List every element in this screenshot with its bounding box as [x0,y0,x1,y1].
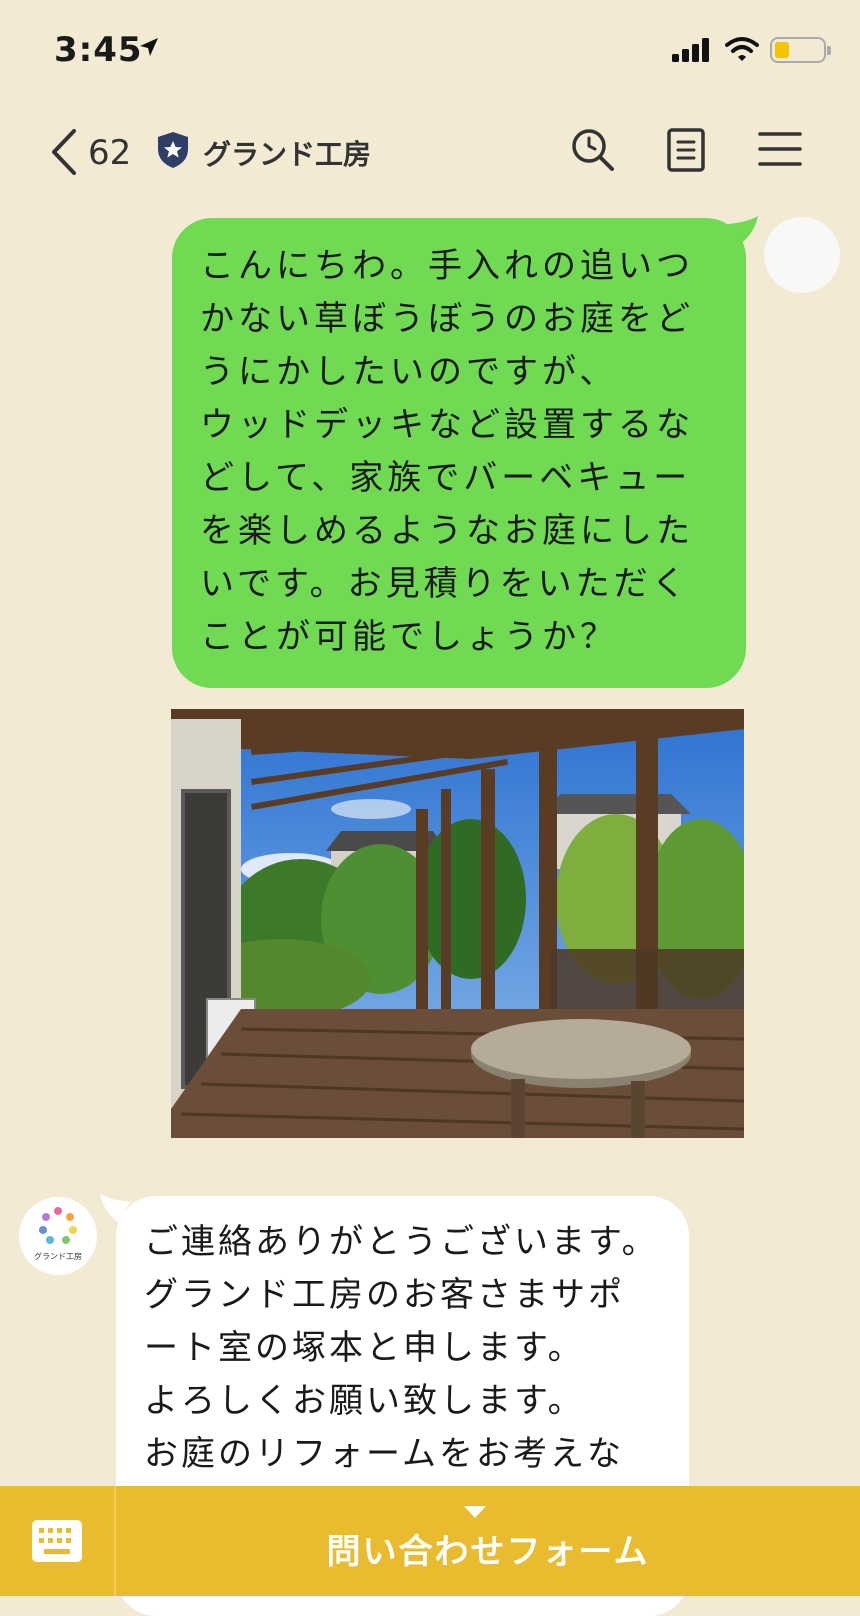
shop-logo-icon: グランド工房 [34,1207,82,1261]
menu-icon[interactable] [758,131,802,167]
my-avatar[interactable] [764,217,840,293]
search-icon[interactable] [570,127,616,173]
wifi-icon [725,37,759,61]
shop-avatar[interactable]: グランド工房 [19,1197,97,1275]
battery-icon [770,37,831,63]
unread-count[interactable]: 62 [88,133,131,173]
inquiry-form-button[interactable]: 問い合わせフォーム [116,1486,860,1596]
keyboard-toggle-button[interactable] [0,1486,116,1596]
chat-title: グランド工房 [203,138,372,171]
chat-header: 62 グランド工房 [0,105,860,195]
status-bar: 3:45 [0,0,860,100]
photo-message-wooden-deck[interactable] [171,709,744,1138]
inquiry-form-label: 問い合わせフォーム [326,1532,650,1572]
location-arrow-icon [140,38,158,56]
outgoing-message-bubble[interactable]: こんにちわ。手入れの追いつ かない草ぼうぼうのお庭をど うにかしたいのですが、 … [172,218,746,688]
keyboard-icon [32,1520,82,1562]
status-time: 3:45 [54,30,143,70]
cellular-signal-icon [672,38,709,62]
caret-down-icon[interactable] [464,1506,486,1520]
deck-photo-image [171,709,744,1138]
shop-logo-text: グランド工房 [34,1251,82,1261]
notes-icon[interactable] [666,127,706,173]
verified-shield-icon [158,132,188,168]
back-chevron-icon[interactable] [44,125,84,179]
rich-menu-bar: 問い合わせフォーム [0,1486,860,1596]
